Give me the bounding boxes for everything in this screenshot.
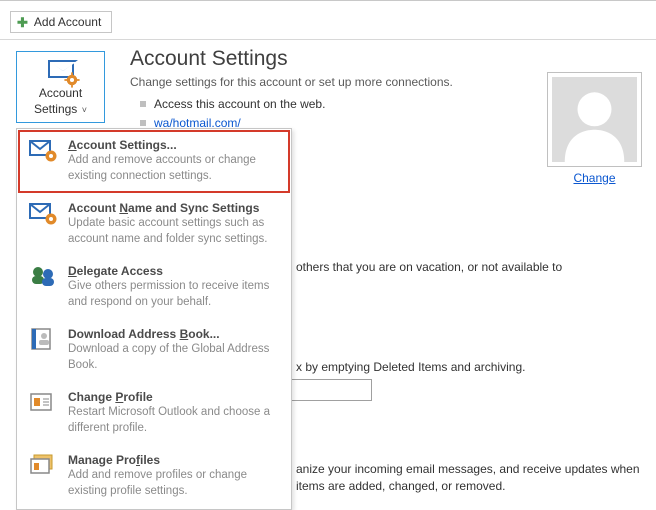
menu-item-name-sync[interactable]: Account Name and Sync Settings Update ba… (18, 193, 290, 256)
account-settings-icon (28, 138, 58, 166)
menu-item-title: Manage Profiles (68, 453, 280, 467)
add-account-button[interactable]: ✚ Add Account (10, 11, 112, 33)
account-settings-icon (46, 58, 76, 84)
page: ✚ Add Account Account Settings ˅ Mail (0, 0, 656, 509)
account-settings-label-2: Settings (34, 102, 77, 116)
chevron-down-icon: ˅ (79, 105, 87, 115)
menu-item-desc: Update basic account settings such as ac… (68, 216, 280, 247)
menu-item-desc: Add and remove profiles or change existi… (68, 468, 280, 499)
menu-item-title: Delegate Access (68, 264, 280, 278)
menu-item-desc: Add and remove accounts or change existi… (68, 153, 280, 184)
menu-item-title: Account Settings... (68, 138, 280, 152)
menu-item-desc: Restart Microsoft Outlook and choose a d… (68, 405, 280, 436)
page-title: Account Settings (130, 47, 644, 71)
avatar-placeholder (552, 77, 637, 162)
menu-item-desc: Give others permission to receive items … (68, 279, 280, 310)
plus-icon: ✚ (17, 16, 28, 29)
account-settings-label-1: Account (39, 86, 82, 100)
address-book-icon (28, 327, 58, 355)
avatar-border (547, 72, 642, 167)
delegate-icon (28, 264, 58, 292)
manage-profiles-icon (28, 453, 58, 481)
menu-item-account-settings[interactable]: Account Settings... Add and remove accou… (18, 130, 290, 193)
menu-item-title: Account Name and Sync Settings (68, 201, 280, 215)
divider (0, 39, 656, 40)
profile-icon (28, 390, 58, 418)
menu-item-title: Download Address Book... (68, 327, 280, 341)
menu-item-title: Change Profile (68, 390, 280, 404)
account-settings-menu: Account Settings... Add and remove accou… (16, 128, 292, 510)
vacation-text: others that you are on vacation, or not … (296, 259, 586, 276)
menu-item-desc: Download a copy of the Global Address Bo… (68, 342, 280, 373)
add-account-label: Add Account (34, 15, 101, 29)
person-icon (552, 77, 637, 162)
rules-text: anize your incoming email messages, and … (296, 461, 646, 496)
menu-item-manage-profiles[interactable]: Manage Profiles Add and remove profiles … (18, 445, 290, 508)
menu-item-change-profile[interactable]: Change Profile Restart Microsoft Outlook… (18, 382, 290, 445)
avatar-box: Change (545, 72, 644, 185)
sync-icon (28, 201, 58, 229)
gear-icon (65, 73, 79, 87)
menu-item-download-address-book[interactable]: Download Address Book... Download a copy… (18, 319, 290, 382)
change-avatar-link[interactable]: Change (545, 171, 644, 185)
account-settings-button[interactable]: Account Settings ˅ (16, 51, 105, 123)
menu-item-delegate[interactable]: Delegate Access Give others permission t… (18, 256, 290, 319)
archive-text: x by emptying Deleted Items and archivin… (296, 359, 586, 376)
